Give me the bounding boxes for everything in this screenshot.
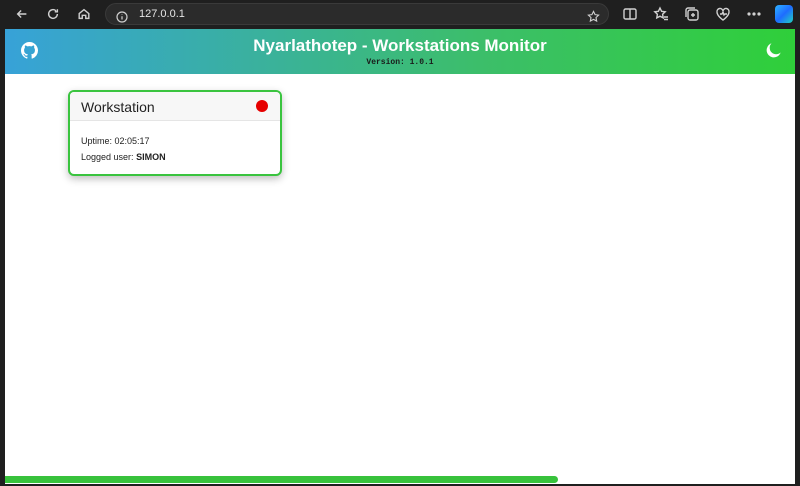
uptime-label: Uptime: xyxy=(81,136,113,146)
browser-essentials-icon[interactable] xyxy=(715,6,731,22)
user-label: Logged user: xyxy=(81,152,134,162)
copilot-icon[interactable] xyxy=(775,5,793,23)
user-line: Logged user: SIMON xyxy=(81,152,166,162)
back-icon[interactable] xyxy=(12,4,32,24)
workstation-name: Workstation xyxy=(81,99,155,115)
info-icon[interactable] xyxy=(116,8,128,23)
address-url[interactable]: 127.0.0.1 xyxy=(139,8,185,20)
favorites-icon[interactable] xyxy=(653,6,669,22)
status-indicator-icon xyxy=(256,100,268,112)
refresh-progress-bar xyxy=(5,476,795,483)
uptime-line: Uptime: 02:05:17 xyxy=(81,136,150,146)
dark-mode-toggle-icon[interactable] xyxy=(765,42,782,59)
split-screen-icon[interactable] xyxy=(622,6,638,22)
uptime-value: 02:05:17 xyxy=(114,136,150,146)
app-header: Nyarlathotep - Workstations Monitor Vers… xyxy=(5,29,795,74)
more-icon[interactable] xyxy=(746,6,762,22)
page-viewport: Nyarlathotep - Workstations Monitor Vers… xyxy=(5,29,795,484)
star-icon[interactable] xyxy=(587,8,600,23)
workstation-card[interactable]: Workstation Uptime: 02:05:17 Logged user… xyxy=(68,90,282,176)
card-header: Workstation xyxy=(70,92,280,121)
collections-icon[interactable] xyxy=(684,6,700,22)
browser-toolbar: 127.0.0.1 xyxy=(0,0,800,28)
address-bar[interactable]: 127.0.0.1 xyxy=(105,3,609,25)
user-value: SIMON xyxy=(136,152,166,162)
refresh-progress-fill xyxy=(5,476,558,483)
home-icon[interactable] xyxy=(74,4,94,24)
version-label: Version: 1.0.1 xyxy=(366,58,434,67)
refresh-icon[interactable] xyxy=(43,4,63,24)
page-title: Nyarlathotep - Workstations Monitor xyxy=(253,36,547,55)
